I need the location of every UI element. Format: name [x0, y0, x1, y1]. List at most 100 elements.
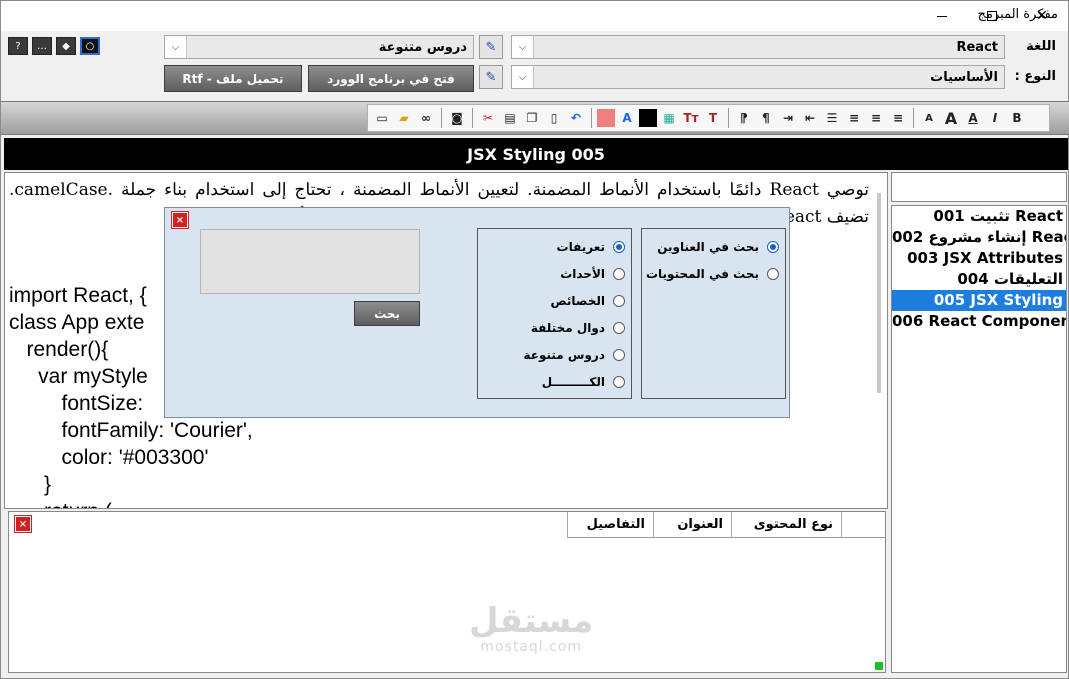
highlight-color-icon[interactable] — [597, 109, 615, 127]
align-center-icon[interactable]: ≡ — [866, 108, 886, 128]
mini-toolbar: ? … ◆ ○ — [8, 37, 100, 55]
category-option-properties[interactable]: الخصائص — [478, 287, 631, 314]
radio[interactable] — [613, 375, 625, 388]
radio[interactable] — [613, 267, 625, 280]
column-header-details[interactable]: التفاصيل — [567, 512, 653, 538]
radio-checked[interactable] — [613, 240, 625, 253]
maximize-button[interactable] — [969, 1, 1015, 31]
grid-icon[interactable]: ▦ — [659, 108, 679, 128]
lesson-item[interactable]: 003 JSX Attributes — [892, 248, 1066, 269]
close-button[interactable]: ✕ — [1019, 1, 1065, 31]
pencil-icon: ✎ — [485, 69, 497, 85]
help-icon[interactable]: ? — [8, 37, 28, 55]
back-color-icon[interactable] — [639, 109, 657, 127]
search-titles-option[interactable]: بحث في العناوين — [642, 233, 785, 260]
side-filter-box[interactable] — [891, 172, 1067, 202]
separator — [728, 108, 729, 128]
lesson-item[interactable]: 001 تثبيت React — [892, 206, 1066, 227]
rtl-icon[interactable]: ⁋ — [734, 108, 754, 128]
text-style-icon[interactable]: T — [703, 108, 723, 128]
load-rtf-button[interactable]: تحميل ملف - Rtf — [164, 65, 302, 92]
font-size-icon[interactable]: Tт — [681, 108, 701, 128]
search-input[interactable] — [200, 229, 420, 294]
column-header-content-type[interactable]: نوع المحتوى — [731, 512, 841, 538]
language-value: React — [956, 39, 998, 55]
app-window: مفكرة المبرمج ✕ ? … ◆ ○ اللغة النوع : ⌵ … — [0, 0, 1069, 679]
option-label: الأحداث — [560, 266, 605, 281]
option-label: الخصائص — [550, 293, 605, 308]
edit-type-button[interactable]: ✎ — [479, 65, 503, 89]
option-label: بحث في المحتويات — [645, 266, 759, 281]
italic-icon[interactable]: I — [985, 108, 1005, 128]
maximize-icon — [987, 11, 997, 21]
pencil-icon: ✎ — [485, 39, 497, 55]
close-icon: ✕ — [1036, 8, 1048, 24]
option-label: دروس متنوعة — [523, 347, 606, 362]
more-icon[interactable]: … — [32, 37, 52, 55]
close-icon: × — [175, 214, 185, 226]
separator — [913, 108, 914, 128]
cut-icon[interactable]: ✂ — [478, 108, 498, 128]
language-select[interactable]: ⌵ React — [511, 35, 1005, 59]
column-header-title[interactable]: العنوان — [653, 512, 731, 538]
open-folder-icon[interactable]: ▰ — [394, 108, 414, 128]
category-select[interactable]: ⌵ دروس متنوعة — [164, 35, 474, 59]
category-option-functions[interactable]: دوال مختلفة — [478, 314, 631, 341]
column-header[interactable] — [841, 512, 885, 538]
type-select[interactable]: ⌵ الأساسيات — [511, 65, 1005, 89]
radio[interactable] — [767, 267, 779, 280]
paste-icon[interactable]: ▤ — [500, 108, 520, 128]
big-font-icon[interactable]: A — [941, 108, 961, 128]
font-color-icon[interactable]: A — [617, 108, 637, 128]
copy-icon[interactable]: ❐ — [522, 108, 542, 128]
minimize-button[interactable] — [919, 1, 965, 31]
vertical-scrollbar[interactable] — [877, 193, 881, 393]
category-option-events[interactable]: الأحداث — [478, 260, 631, 287]
outdent-icon[interactable]: ⇤ — [800, 108, 820, 128]
small-font-icon[interactable]: A — [919, 108, 939, 128]
undo-icon[interactable]: ↶ — [566, 108, 586, 128]
category-option-all[interactable]: الكـــــــــل — [478, 368, 631, 395]
lesson-heading: JSX Styling 005 — [4, 138, 1068, 170]
close-results-button[interactable]: × — [14, 515, 32, 533]
watermark: مستقل mostaql.com — [469, 603, 593, 655]
lesson-item-selected[interactable]: 005 JSX Styling — [892, 290, 1066, 311]
ltr-icon[interactable]: ¶ — [756, 108, 776, 128]
close-dialog-button[interactable]: × — [171, 211, 189, 229]
watermark-arabic: مستقل — [469, 601, 594, 641]
chevron-down-icon: ⌵ — [165, 36, 187, 58]
open-in-word-button[interactable]: فتح في برنامج الوورد — [308, 65, 474, 92]
align-left-icon[interactable]: ≡ — [844, 108, 864, 128]
lesson-item[interactable]: 002 إنشاء مشروع React — [892, 227, 1066, 248]
radio-checked[interactable] — [767, 240, 779, 253]
lesson-item[interactable]: 004 التعليقات — [892, 269, 1066, 290]
status-indicator — [875, 662, 883, 670]
edit-language-button[interactable]: ✎ — [479, 35, 503, 59]
radio[interactable] — [613, 321, 625, 334]
save-icon[interactable]: ▭ — [372, 108, 392, 128]
category-option-definitions[interactable]: تعريفات — [478, 233, 631, 260]
underline-icon[interactable]: A — [963, 108, 983, 128]
tag-icon[interactable]: ◆ — [56, 37, 76, 55]
search-scope-group: بحث في العناوين بحث في المحتويات — [641, 228, 786, 399]
type-label: النوع : — [1014, 69, 1056, 84]
radio[interactable] — [613, 294, 625, 307]
radio[interactable] — [613, 348, 625, 361]
align-right-icon[interactable]: ≡ — [888, 108, 908, 128]
justify-icon[interactable]: ☰ — [822, 108, 842, 128]
search-contents-option[interactable]: بحث في المحتويات — [642, 260, 785, 287]
lesson-item[interactable]: 006 React Components — [892, 311, 1066, 332]
type-value: الأساسيات — [930, 69, 998, 85]
indent-icon[interactable]: ⇥ — [778, 108, 798, 128]
search-icon[interactable]: ○ — [80, 37, 100, 55]
search-button[interactable]: بحث — [354, 301, 420, 326]
bold-icon[interactable]: B — [1007, 108, 1027, 128]
category-value: دروس متنوعة — [378, 39, 467, 55]
link-icon[interactable]: ∞ — [416, 108, 436, 128]
option-label: دوال مختلفة — [530, 320, 605, 335]
option-label: بحث في العناوين — [657, 239, 759, 254]
watermark-latin: mostaql.com — [480, 639, 583, 655]
category-option-misc-lessons[interactable]: دروس متنوعة — [478, 341, 631, 368]
document-icon[interactable]: ▯ — [544, 108, 564, 128]
camera-icon[interactable]: ◙ — [447, 108, 467, 128]
